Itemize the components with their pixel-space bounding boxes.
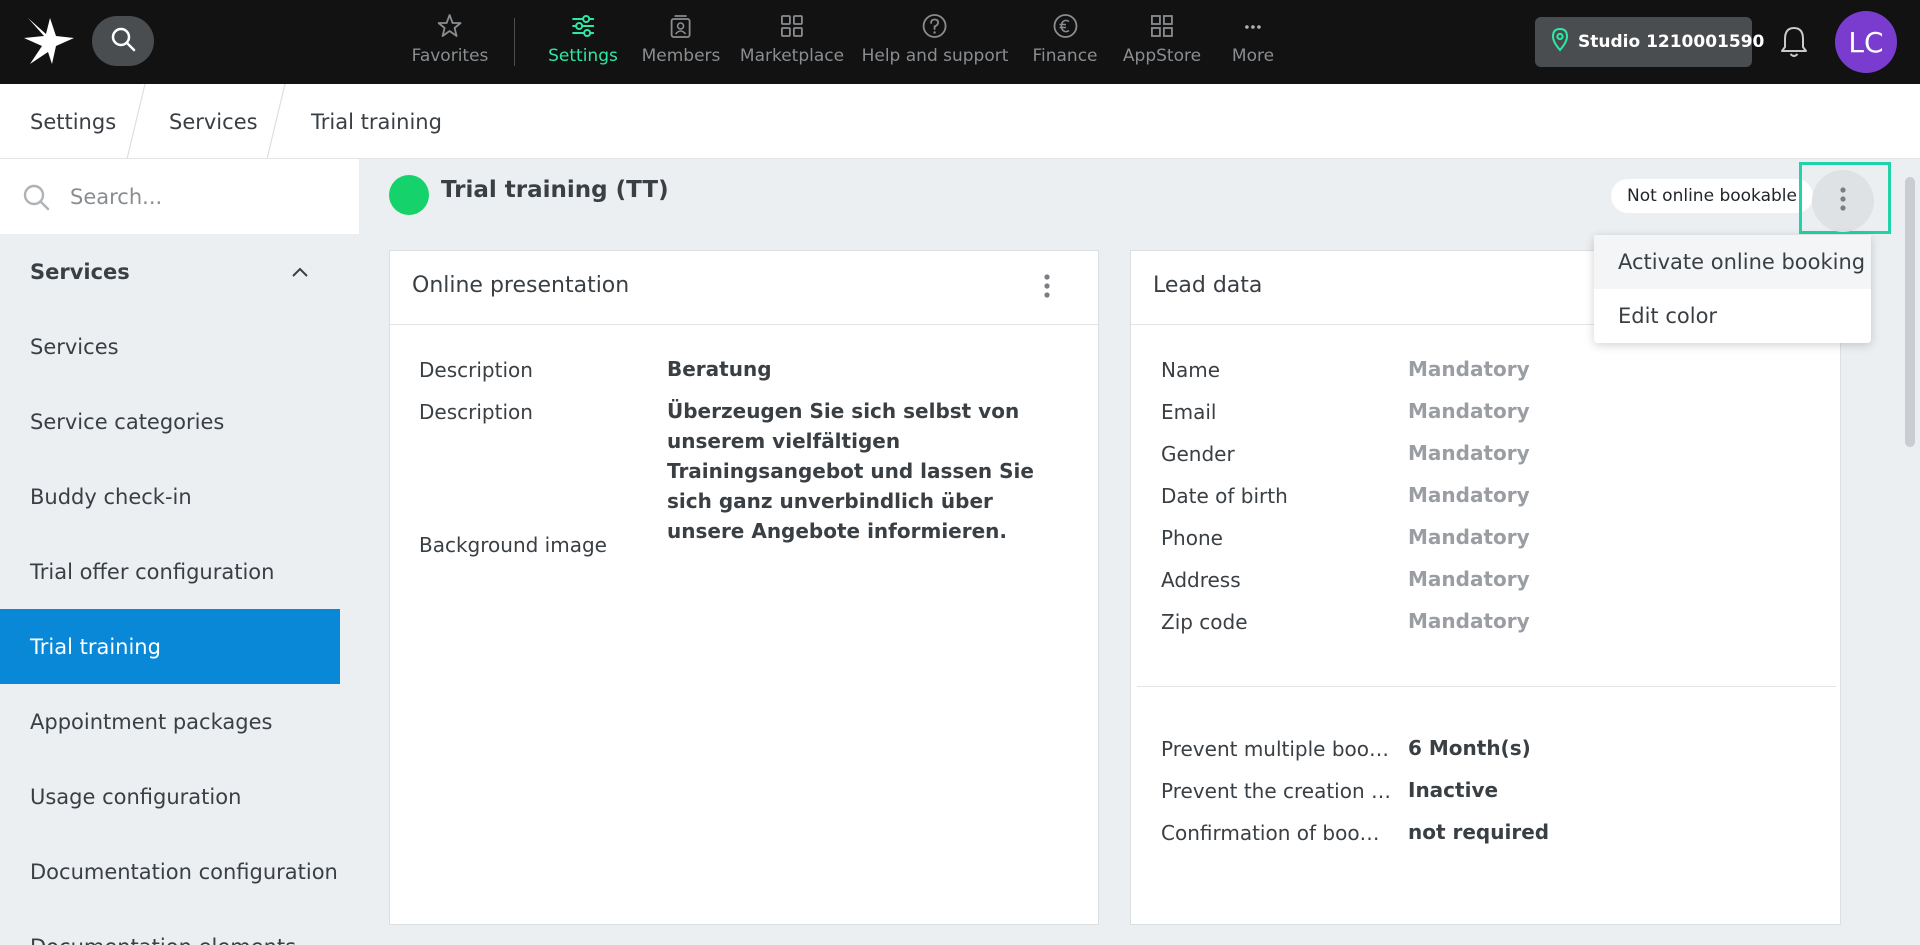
sliders-icon — [569, 12, 597, 40]
sidebar-item-documentation-elements[interactable]: Documentation elements — [0, 909, 340, 945]
card-actions-button[interactable] — [1032, 270, 1062, 306]
service-color-dot — [389, 175, 429, 215]
section-divider — [1137, 686, 1836, 687]
lead-data-card: Lead data Name Mandatory Email Mandatory… — [1130, 250, 1841, 925]
search-icon — [110, 26, 136, 56]
nav-members[interactable]: Members — [641, 12, 721, 72]
page-actions-button[interactable] — [1812, 170, 1874, 232]
scrollbar-thumb[interactable] — [1905, 177, 1915, 447]
sidebar: Services Services Service categories Bud… — [0, 159, 359, 945]
apps-icon — [1148, 12, 1176, 40]
more-icon — [1239, 12, 1267, 40]
online-presentation-card: Online presentation Description Beratung… — [389, 250, 1099, 925]
lead-setting-value: 6 Month(s) — [1408, 736, 1531, 760]
sidebar-search-input[interactable] — [70, 184, 330, 209]
lead-field-value: Mandatory — [1408, 567, 1530, 591]
nav-finance[interactable]: Finance — [1032, 12, 1098, 72]
lead-setting-label: Confirmation of boo… — [1161, 821, 1380, 845]
menu-item-activate-online-booking[interactable]: Activate online booking — [1594, 235, 1871, 289]
nav-label: Help and support — [861, 46, 1009, 66]
sidebar-group-label: Services — [30, 259, 130, 284]
nav-divider — [514, 18, 515, 66]
sidebar-item-documentation-configuration[interactable]: Documentation configuration — [0, 834, 340, 909]
nav-label: More — [1231, 46, 1275, 66]
lead-field-value: Mandatory — [1408, 441, 1530, 465]
lead-field-label: Email — [1161, 400, 1217, 424]
online-status-badge: Not online bookable — [1611, 179, 1813, 213]
location-pin-icon — [1551, 27, 1569, 56]
sidebar-item-appointment-packages[interactable]: Appointment packages — [0, 684, 340, 759]
help-icon — [921, 12, 949, 40]
field-value: Überzeugen Sie sich selbst von unserem v… — [667, 399, 1034, 543]
breadcrumb-settings[interactable]: Settings — [30, 84, 116, 159]
breadcrumb: Settings Services Trial training — [0, 84, 1920, 159]
card-title: Lead data — [1153, 273, 1263, 298]
breadcrumb-separator — [266, 84, 286, 159]
lead-field-value: Mandatory — [1408, 609, 1530, 633]
lead-field-label: Phone — [1161, 526, 1223, 550]
lead-field-label: Zip code — [1161, 610, 1248, 634]
nav-label: Finance — [1032, 46, 1098, 66]
nav-label: Marketplace — [739, 46, 845, 66]
sidebar-item-usage-configuration[interactable]: Usage configuration — [0, 759, 340, 834]
lead-field-label: Date of birth — [1161, 484, 1288, 508]
search-icon — [22, 183, 50, 211]
nav-marketplace[interactable]: Marketplace — [740, 12, 844, 72]
nav-label: Settings — [548, 46, 618, 66]
field-value: Beratung — [667, 357, 772, 381]
breadcrumb-services[interactable]: Services — [169, 84, 258, 159]
sidebar-item-trial-offer-configuration[interactable]: Trial offer configuration — [0, 534, 340, 609]
page-actions-menu: Activate online booking Edit color — [1594, 235, 1871, 343]
field-label: Description — [419, 358, 533, 382]
card-title: Online presentation — [412, 273, 630, 298]
more-vertical-icon — [1839, 186, 1847, 216]
lead-setting-value: not required — [1408, 820, 1550, 844]
breadcrumb-trial-training: Trial training — [311, 109, 442, 134]
star-logo-icon[interactable] — [22, 16, 76, 66]
lead-setting-label: Prevent the creation … — [1161, 779, 1391, 803]
sidebar-search — [0, 159, 359, 234]
studio-selector[interactable]: Studio 1210001590 — [1535, 17, 1764, 67]
user-avatar[interactable]: LC — [1835, 11, 1897, 73]
nav-appstore[interactable]: AppStore — [1123, 12, 1201, 72]
field-label: Description — [419, 400, 533, 424]
nav-label: AppStore — [1122, 46, 1202, 66]
star-icon — [436, 12, 464, 40]
studio-label: Studio 1210001590 — [1578, 32, 1765, 52]
lead-field-value: Mandatory — [1408, 483, 1530, 507]
top-navigation-bar: Favorites Settings Members Marketplace H… — [0, 0, 1920, 84]
lead-field-value: Mandatory — [1408, 357, 1530, 381]
chevron-up-icon — [290, 262, 310, 282]
more-vertical-icon — [1043, 273, 1051, 303]
sidebar-group-services[interactable]: Services — [0, 234, 340, 309]
members-icon — [667, 12, 695, 40]
sidebar-item-services[interactable]: Services — [0, 309, 340, 384]
lead-setting-value: Inactive — [1408, 778, 1499, 802]
grid-icon — [778, 12, 806, 40]
lead-field-value: Mandatory — [1408, 399, 1530, 423]
field-label: Background image — [419, 533, 607, 557]
lead-field-label: Address — [1161, 568, 1241, 592]
sidebar-item-buddy-check-in[interactable]: Buddy check-in — [0, 459, 340, 534]
main-scrollbar[interactable] — [1897, 159, 1920, 945]
lead-field-value: Mandatory — [1408, 525, 1530, 549]
breadcrumb-separator — [126, 84, 146, 159]
page-title: Trial training (TT) — [441, 177, 669, 203]
nav-favorites[interactable]: Favorites — [411, 12, 489, 72]
nav-label: Members — [641, 46, 721, 66]
nav-more[interactable]: More — [1232, 12, 1274, 72]
card-header: Online presentation — [390, 251, 1098, 325]
sidebar-item-trial-training[interactable]: Trial training — [0, 609, 340, 684]
euro-icon — [1051, 12, 1079, 40]
nav-help-and-support[interactable]: Help and support — [861, 12, 1009, 72]
lead-field-label: Gender — [1161, 442, 1235, 466]
bell-icon[interactable] — [1779, 24, 1809, 60]
nav-label: Favorites — [411, 46, 489, 66]
sidebar-item-service-categories[interactable]: Service categories — [0, 384, 340, 459]
global-search-button[interactable] — [92, 16, 154, 66]
nav-settings[interactable]: Settings — [548, 12, 618, 72]
menu-item-edit-color[interactable]: Edit color — [1594, 289, 1871, 343]
lead-field-label: Name — [1161, 358, 1221, 382]
lead-setting-label: Prevent multiple boo… — [1161, 737, 1390, 761]
